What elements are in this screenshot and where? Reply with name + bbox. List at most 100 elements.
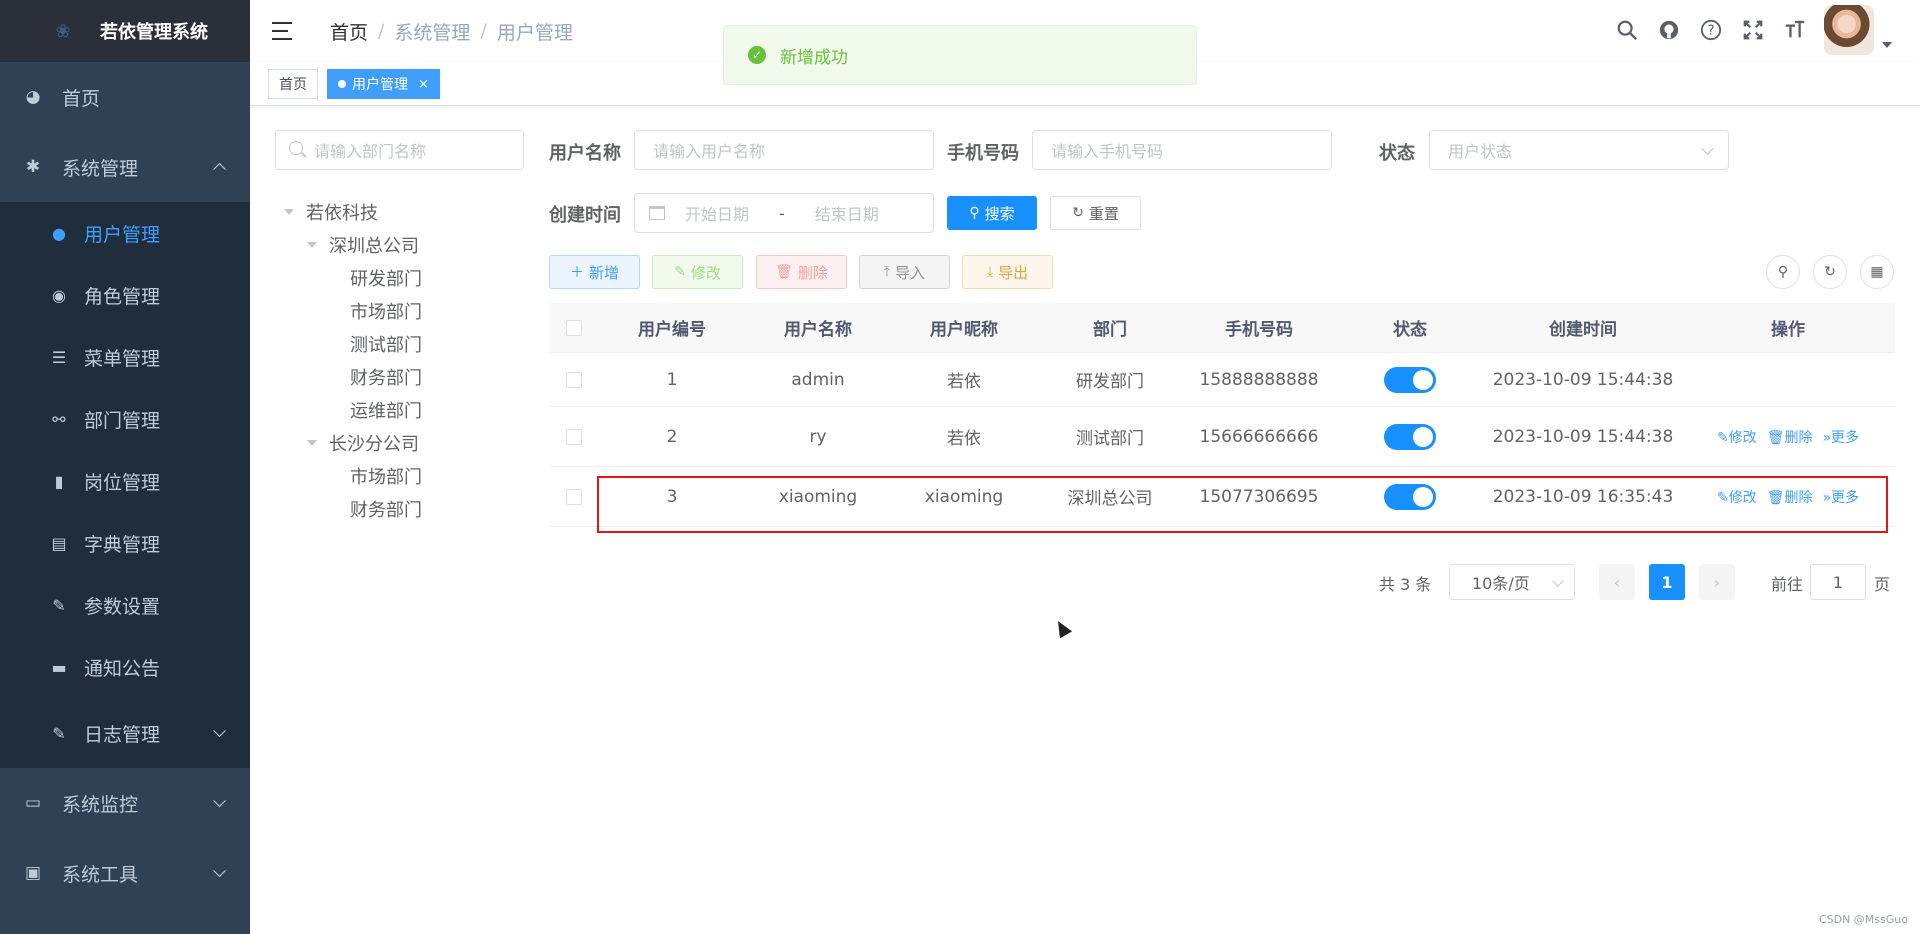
peoples-icon: ◉: [52, 285, 66, 305]
menu-item-home[interactable]: ◕ 首页: [0, 62, 250, 132]
active-dot-icon: [338, 80, 346, 88]
tree-node[interactable]: 深圳总公司: [280, 228, 422, 261]
tree-node-label: 研发部门: [350, 268, 422, 290]
sidebar-item-label: 字典管理: [84, 533, 161, 556]
status-switch[interactable]: [1384, 366, 1436, 393]
sidebar-item-user[interactable]: ● 用户管理: [0, 202, 250, 264]
toggle-search-button[interactable]: ⚲: [1766, 255, 1800, 289]
prev-page-button[interactable]: ‹: [1599, 564, 1635, 600]
more-link-label: 更多: [1831, 429, 1860, 446]
cell-dept: 测试部门: [1076, 429, 1144, 449]
sidebar-item-notice[interactable]: ▬ 通知公告: [0, 636, 250, 698]
sidebar-item-label: 通知公告: [84, 657, 161, 680]
tag-label: 首页: [279, 77, 307, 93]
phone-input[interactable]: 请输入手机号码: [1032, 130, 1332, 170]
status-switch[interactable]: [1384, 423, 1436, 450]
add-button[interactable]: ＋新增: [549, 255, 640, 289]
tree-node[interactable]: 财务部门: [280, 360, 422, 393]
status-switch[interactable]: [1384, 483, 1436, 510]
search-button[interactable]: ⚲ 搜索: [947, 196, 1037, 230]
delete-link[interactable]: 🗑删除: [1767, 427, 1813, 447]
sidebar-item-label: 菜单管理: [84, 347, 161, 370]
menu-item-system[interactable]: ✱ 系统管理: [0, 132, 250, 202]
logo-icon: ❀: [55, 20, 71, 42]
sidebar-item-menu[interactable]: ☰ 菜单管理: [0, 326, 250, 388]
caret-down-icon[interactable]: [307, 241, 317, 248]
logo[interactable]: ❀ 若依管理系统: [0, 0, 250, 62]
sidebar-item-role[interactable]: ◉ 角色管理: [0, 264, 250, 326]
github-icon[interactable]: [1648, 5, 1690, 55]
breadcrumb-item[interactable]: 首页: [330, 18, 368, 45]
font-size-icon[interactable]: [1774, 5, 1816, 55]
page-number-button[interactable]: 1: [1649, 564, 1685, 600]
export-button[interactable]: ⤓ 导出: [962, 255, 1053, 289]
breadcrumb: 首页 / 系统管理 / 用户管理: [330, 18, 573, 45]
menu-item-tool[interactable]: ▣ 系统工具: [0, 838, 250, 908]
more-link[interactable]: »更多: [1822, 427, 1859, 447]
username-input[interactable]: 请输入用户名称: [634, 130, 934, 170]
tree-node[interactable]: 市场部门: [280, 459, 422, 492]
cell-id: 3: [666, 486, 678, 507]
fullscreen-icon[interactable]: [1732, 5, 1774, 55]
status-select[interactable]: 用户状态: [1429, 130, 1729, 170]
sidebar-item-post[interactable]: ▮ 岗位管理: [0, 450, 250, 512]
menu-item-monitor[interactable]: ▭ 系统监控: [0, 768, 250, 838]
reset-button[interactable]: ↻ 重置: [1050, 196, 1141, 230]
sidebar-item-dict[interactable]: ▤ 字典管理: [0, 512, 250, 574]
avatar[interactable]: [1824, 5, 1874, 55]
tree-node-label: 长沙分公司: [329, 433, 419, 455]
refresh-button[interactable]: ↻: [1813, 255, 1847, 289]
tree-node[interactable]: 长沙分公司: [280, 426, 422, 459]
cell-nickname: 若依: [947, 372, 981, 392]
tree-node[interactable]: 财务部门: [280, 492, 422, 525]
sidebar-item-config[interactable]: ✎ 参数设置: [0, 574, 250, 636]
tree-node[interactable]: 运维部门: [280, 393, 422, 426]
tree-node[interactable]: 测试部门: [280, 327, 422, 360]
column-header: 用户编号: [638, 320, 706, 340]
right-menu: ?: [1606, 5, 1892, 55]
table-header: 用户编号 用户名称 用户昵称 部门 手机号码 状态 创建时间 操作: [549, 303, 1895, 353]
cell-nickname: 若依: [947, 429, 981, 449]
sidebar-item-label: 岗位管理: [84, 471, 161, 494]
edit-link[interactable]: ✎修改: [1717, 487, 1757, 507]
close-icon[interactable]: ×: [418, 77, 429, 92]
sidebar-item-log[interactable]: ✎ 日志管理: [0, 698, 250, 768]
select-all-checkbox[interactable]: [566, 319, 582, 336]
row-checkbox[interactable]: [566, 488, 582, 505]
goto-page-input[interactable]: 1: [1810, 564, 1866, 600]
row-checkbox[interactable]: [566, 428, 582, 445]
edit-link-label: 修改: [1728, 429, 1757, 446]
more-link[interactable]: »更多: [1822, 487, 1859, 507]
tree-node[interactable]: 市场部门: [280, 294, 422, 327]
next-page-button[interactable]: ›: [1699, 564, 1735, 600]
page-size-select[interactable]: 10条/页: [1449, 564, 1575, 600]
tag-home[interactable]: 首页: [268, 69, 318, 99]
tag-user-management[interactable]: 用户管理 ×: [327, 69, 440, 99]
message-icon: ▬: [51, 657, 67, 677]
date-range-picker[interactable]: 开始日期 - 结束日期: [634, 193, 934, 233]
status-cell: [1335, 366, 1485, 393]
edit-button[interactable]: ✎ 修改: [652, 255, 743, 289]
tree-node[interactable]: 研发部门: [280, 261, 422, 294]
sidebar-item-label: 用户管理: [84, 223, 161, 246]
cell-id: 1: [666, 369, 678, 390]
import-button[interactable]: ⤒ 导入: [859, 255, 950, 289]
placeholder: 请输入手机号码: [1051, 142, 1164, 161]
caret-down-icon[interactable]: [284, 208, 294, 215]
mouse-cursor-icon: [1051, 617, 1073, 639]
sidebar-item-label: 角色管理: [84, 285, 161, 308]
dept-search-input[interactable]: 请输入部门名称: [275, 130, 524, 170]
columns-button[interactable]: ▦: [1860, 255, 1894, 289]
caret-down-icon[interactable]: [1882, 42, 1892, 48]
caret-down-icon[interactable]: [307, 439, 317, 446]
tree-node[interactable]: 若依科技: [280, 195, 422, 228]
edit-link[interactable]: ✎修改: [1717, 427, 1757, 447]
hamburger-icon[interactable]: [270, 18, 304, 44]
sidebar-item-dept[interactable]: ⚯ 部门管理: [0, 388, 250, 450]
search-icon[interactable]: [1606, 5, 1648, 55]
delete-button[interactable]: 🗑 删除: [756, 255, 847, 289]
question-icon[interactable]: ?: [1690, 5, 1732, 55]
delete-link[interactable]: 🗑删除: [1767, 487, 1813, 507]
phone-label: 手机号码: [947, 143, 1019, 164]
row-checkbox[interactable]: [566, 371, 582, 388]
